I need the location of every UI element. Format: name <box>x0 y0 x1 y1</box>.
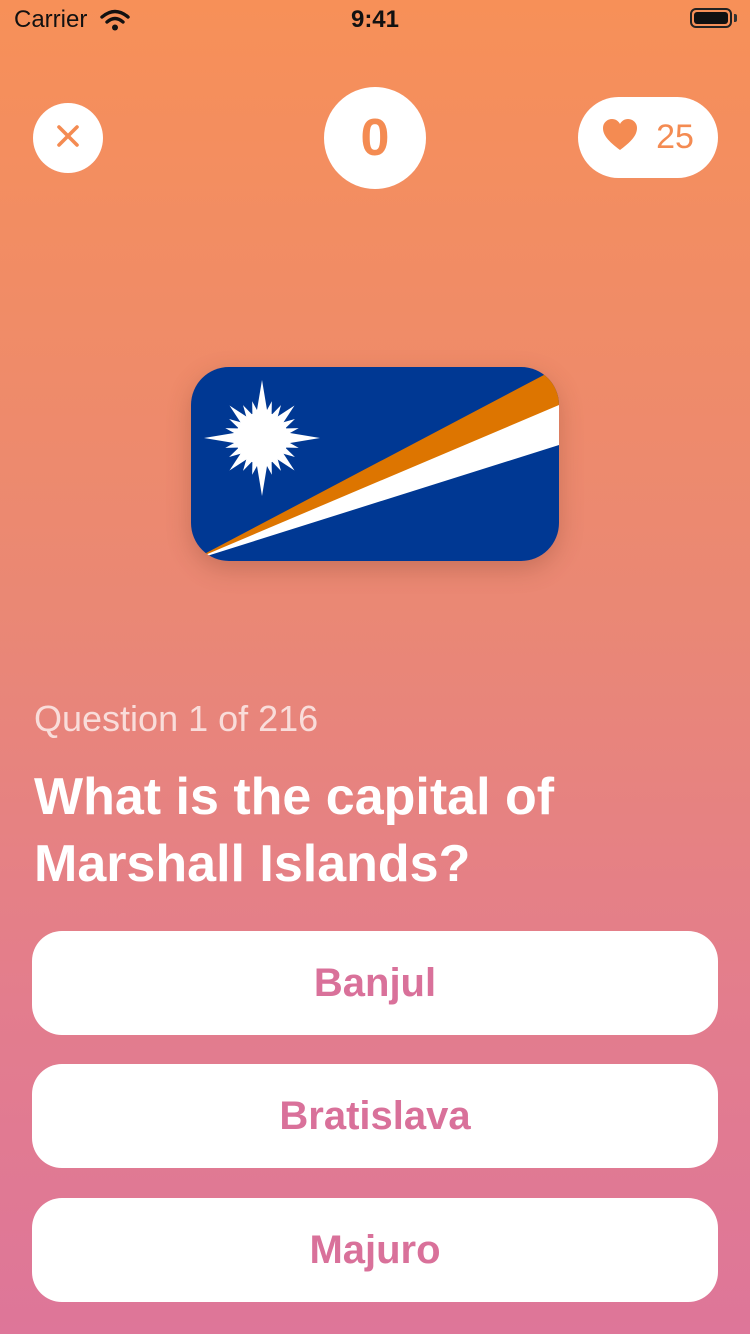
question-text: What is the capital of Marshall Islands? <box>34 768 555 893</box>
lives-badge: 25 <box>578 97 718 178</box>
flag-image <box>191 367 559 561</box>
close-icon <box>54 122 82 155</box>
marshall-islands-flag-icon <box>191 367 559 561</box>
answer-button-bratislava[interactable]: Bratislava <box>32 1064 718 1168</box>
close-button[interactable] <box>33 103 103 173</box>
heart-icon <box>602 118 638 157</box>
status-time: 9:41 <box>350 6 400 33</box>
question-progress: Question 1 of 216 <box>34 698 319 739</box>
answer-button-majuro[interactable]: Majuro <box>32 1198 718 1302</box>
score-value: 0 <box>360 109 390 167</box>
battery-icon <box>690 8 732 28</box>
battery-tip <box>734 14 737 22</box>
status-bar: Carrier 9:41 <box>0 0 750 40</box>
lives-count: 25 <box>656 118 694 156</box>
answer-button-banjul[interactable]: Banjul <box>32 931 718 1035</box>
score-badge: 0 <box>324 87 426 189</box>
